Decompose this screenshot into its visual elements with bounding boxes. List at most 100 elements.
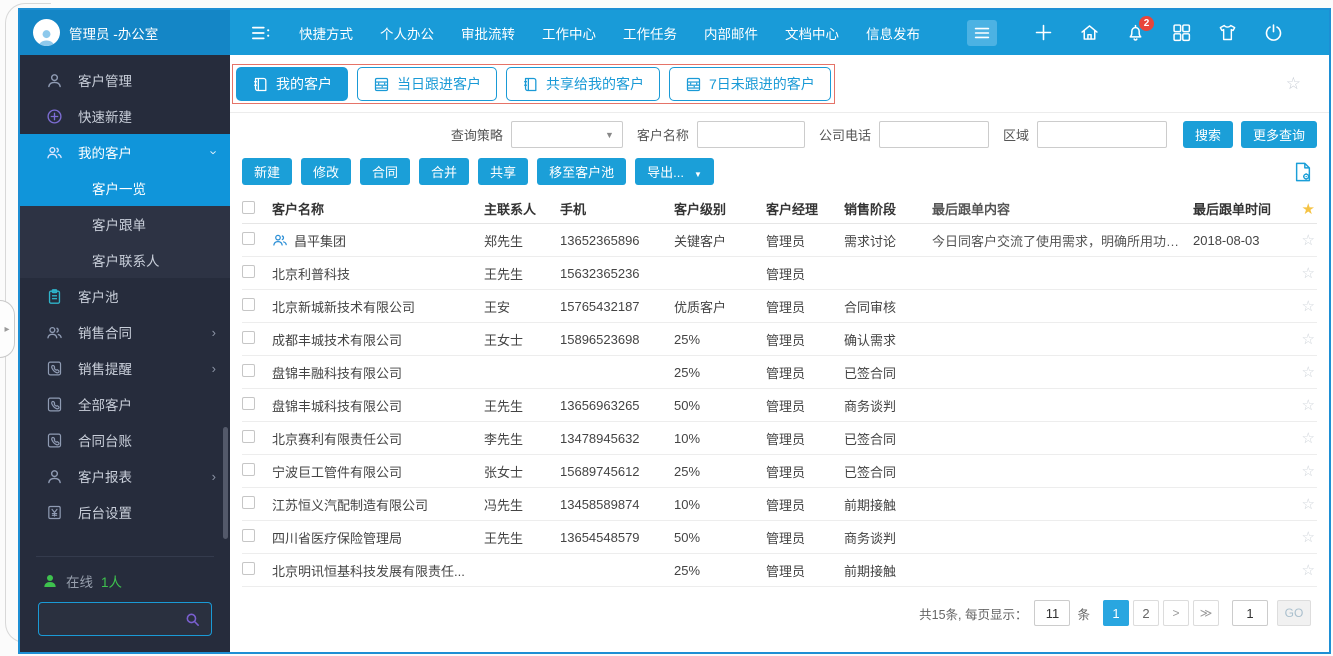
action-button-5[interactable]: 共享 — [478, 158, 528, 185]
search-button[interactable]: 搜索 — [1183, 121, 1233, 148]
sidebar-item-customer-follow[interactable]: 客户跟单 — [20, 206, 230, 242]
row-checkbox[interactable] — [242, 265, 255, 278]
table-row-6[interactable]: 盘锦丰城科技有限公司王先生1365696326550%管理员商务谈判☆ — [242, 389, 1317, 422]
more-query-button[interactable]: 更多查询 — [1241, 121, 1317, 148]
customer-name-input[interactable] — [697, 121, 805, 148]
row-checkbox[interactable] — [242, 430, 255, 443]
sidebar-item-customer-list[interactable]: 客户一览 — [20, 170, 230, 206]
page-size-input[interactable] — [1034, 600, 1070, 626]
table-row-8[interactable]: 宁波巨工管件有限公司张女士1568974561225%管理员已签合同☆ — [242, 455, 1317, 488]
action-button-4[interactable]: 合并 — [419, 158, 469, 185]
more-menu-button[interactable] — [967, 20, 997, 46]
star-outline-icon[interactable]: ☆ — [1302, 265, 1315, 282]
goto-page-input[interactable] — [1232, 600, 1268, 626]
row-checkbox[interactable] — [242, 529, 255, 542]
company-phone-input[interactable] — [879, 121, 989, 148]
select-all-checkbox[interactable] — [242, 201, 255, 214]
home-icon[interactable] — [1079, 22, 1100, 43]
theme-shirt-icon[interactable] — [1217, 22, 1238, 43]
sidebar-item-backend-settings[interactable]: 后台设置 — [20, 494, 230, 530]
action-button-3[interactable]: 合同 — [360, 158, 410, 185]
power-icon[interactable] — [1263, 22, 1284, 43]
sidebar-search-input[interactable] — [49, 612, 184, 627]
sidebar-item-all-customers[interactable]: 全部客户 — [20, 386, 230, 422]
contact-cell: 王安 — [484, 297, 560, 316]
star-outline-icon[interactable]: ☆ — [1302, 562, 1315, 579]
tab-2[interactable]: 当日跟进客户 — [357, 67, 497, 101]
action-button-2[interactable]: 修改 — [301, 158, 351, 185]
sidebar-item-my-customers[interactable]: 我的客户› — [20, 134, 230, 170]
star-outline-icon[interactable]: ☆ — [1302, 397, 1315, 414]
top-menu-item-3[interactable]: 审批流转 — [461, 23, 515, 43]
sidebar-item-label: 快速新建 — [78, 106, 132, 126]
last-page-button[interactable]: ≫ — [1193, 600, 1219, 626]
table-row-7[interactable]: 北京赛利有限责任公司李先生1347894563210%管理员已签合同☆ — [242, 422, 1317, 455]
user-menu[interactable]: 管理员 -办公室 — [20, 10, 230, 55]
apps-grid-icon[interactable] — [1171, 22, 1192, 43]
sidebar-item-sales-contract[interactable]: 销售合同› — [20, 314, 230, 350]
sidebar-item-customer-pool[interactable]: 客户池 — [20, 278, 230, 314]
strategy-select[interactable]: ▼ — [511, 121, 623, 148]
sidebar-item-quick-create[interactable]: 快速新建 — [20, 98, 230, 134]
top-menu-item-7[interactable]: 文档中心 — [785, 23, 839, 43]
sidebar-item-sales-reminder[interactable]: 销售提醒› — [20, 350, 230, 386]
star-outline-icon[interactable]: ☆ — [1302, 529, 1315, 546]
tab-4[interactable]: 7日未跟进的客户 — [669, 67, 831, 101]
table-row-5[interactable]: 盘锦丰融科技有限公司25%管理员已签合同☆ — [242, 356, 1317, 389]
top-menu-item-2[interactable]: 个人办公 — [380, 23, 434, 43]
top-menu-item-1[interactable]: 快捷方式 — [299, 23, 353, 43]
top-menu-item-5[interactable]: 工作任务 — [623, 23, 677, 43]
table-row-1[interactable]: 昌平集团郑先生13652365896关键客户管理员需求讨论今日同客户交流了使用需… — [242, 224, 1317, 257]
row-checkbox[interactable] — [242, 397, 255, 410]
sidebar-scrollbar[interactable] — [223, 427, 228, 539]
tab-3[interactable]: 共享给我的客户 — [506, 67, 660, 101]
collapse-menu-icon[interactable] — [250, 24, 272, 42]
table-row-3[interactable]: 北京新城新技术有限公司王安15765432187优质客户管理员合同审核☆ — [242, 290, 1317, 323]
row-checkbox[interactable] — [242, 496, 255, 509]
sidebar-collapse-handle[interactable]: ▸ — [0, 300, 15, 358]
table-row-10[interactable]: 四川省医疗保险管理局王先生1365454857950%管理员商务谈判☆ — [242, 521, 1317, 554]
export-button[interactable]: 导出...▼ — [635, 158, 714, 185]
table-row-11[interactable]: 北京明讯恒基科技发展有限责任...25%管理员前期接触☆ — [242, 554, 1317, 587]
sidebar-item-customer-reports[interactable]: 客户报表› — [20, 458, 230, 494]
action-button-1[interactable]: 新建 — [242, 158, 292, 185]
star-outline-icon[interactable]: ☆ — [1302, 331, 1315, 348]
bell-icon[interactable]: 2 — [1125, 22, 1146, 43]
region-input[interactable] — [1037, 121, 1167, 148]
stage-cell: 商务谈判 — [844, 396, 932, 415]
star-filled-icon[interactable]: ★ — [1302, 201, 1315, 218]
top-menu-item-8[interactable]: 信息发布 — [866, 23, 920, 43]
tab-1[interactable]: 我的客户 — [236, 67, 348, 101]
top-menu-item-4[interactable]: 工作中心 — [542, 23, 596, 43]
row-checkbox[interactable] — [242, 364, 255, 377]
star-outline-icon[interactable]: ☆ — [1302, 496, 1315, 513]
favorite-star-icon[interactable]: ☆ — [1286, 74, 1315, 94]
star-outline-icon[interactable]: ☆ — [1302, 463, 1315, 480]
star-outline-icon[interactable]: ☆ — [1302, 364, 1315, 381]
row-checkbox[interactable] — [242, 232, 255, 245]
search-icon[interactable] — [184, 611, 201, 628]
table-row-4[interactable]: 成都丰城技术有限公司王女士1589652369825%管理员确认需求☆ — [242, 323, 1317, 356]
next-page-button[interactable]: > — [1163, 600, 1189, 626]
row-checkbox[interactable] — [242, 331, 255, 344]
action-button-6[interactable]: 移至客户池 — [537, 158, 626, 185]
table-row-9[interactable]: 江苏恒义汽配制造有限公司冯先生1345858987410%管理员前期接触☆ — [242, 488, 1317, 521]
star-outline-icon[interactable]: ☆ — [1302, 298, 1315, 315]
sidebar-item-customer-contacts[interactable]: 客户联系人 — [20, 242, 230, 278]
star-outline-icon[interactable]: ☆ — [1302, 430, 1315, 447]
sidebar-item-contract-ledger[interactable]: 合同台账 — [20, 422, 230, 458]
page-button-1[interactable]: 1 — [1103, 600, 1129, 626]
file-settings-icon[interactable] — [1293, 161, 1313, 183]
stage-cell: 前期接触 — [844, 561, 932, 580]
page-button-2[interactable]: 2 — [1133, 600, 1159, 626]
star-outline-icon[interactable]: ☆ — [1302, 232, 1315, 249]
row-checkbox[interactable] — [242, 463, 255, 476]
sidebar-item-customer-management[interactable]: 客户管理 — [20, 62, 230, 98]
table-row-2[interactable]: 北京利普科技王先生15632365236管理员☆ — [242, 257, 1317, 290]
go-button[interactable]: GO — [1277, 600, 1311, 626]
top-menu-item-6[interactable]: 内部邮件 — [704, 23, 758, 43]
row-checkbox[interactable] — [242, 562, 255, 575]
plus-icon[interactable] — [1033, 22, 1054, 43]
sidebar-item-label: 合同台账 — [78, 430, 132, 450]
row-checkbox[interactable] — [242, 298, 255, 311]
